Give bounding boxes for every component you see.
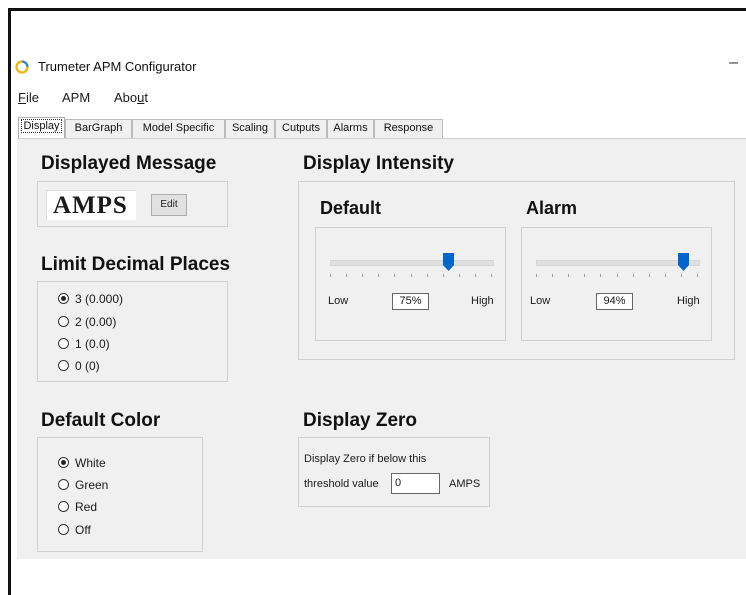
slider-tick — [411, 274, 412, 277]
slider-tick — [617, 274, 618, 277]
default-intensity-label: Default — [320, 198, 382, 218]
tab-model-specific[interactable]: Model Specific — [132, 119, 225, 138]
default-high-label: High — [471, 295, 494, 307]
displayed-message-heading: Displayed Message — [41, 153, 217, 174]
screenshot-frame-left — [8, 8, 11, 595]
slider-track[interactable] — [330, 260, 494, 266]
slider-tick — [552, 274, 553, 277]
window-title: Trumeter APM Configurator — [38, 59, 197, 74]
slider-tick — [330, 274, 331, 277]
alarm-intensity-box: Low 94% High — [521, 227, 712, 341]
threshold-label: threshold value — [304, 478, 379, 490]
tab-scaling[interactable]: Scaling — [225, 119, 275, 138]
display-tab-panel: Displayed Message AMPS Edit Limit Decima… — [17, 138, 746, 559]
default-color-group: White Green Red Off — [37, 437, 203, 552]
slider-tick — [568, 274, 569, 277]
radio-empty-icon — [58, 360, 69, 371]
slider-tick — [681, 274, 682, 277]
threshold-unit: AMPS — [449, 478, 481, 490]
default-intensity-value: 75% — [392, 293, 429, 310]
tab-bargraph[interactable]: BarGraph — [65, 119, 132, 138]
slider-tick — [600, 274, 601, 277]
slider-tick — [394, 274, 395, 277]
radio-empty-icon — [58, 316, 69, 327]
display-intensity-group: Default Low 75% High Alarm Low 94% High — [298, 181, 735, 360]
slider-tick — [649, 274, 650, 277]
display-zero-group: Display Zero if below this threshold val… — [298, 437, 490, 507]
slider-tick — [459, 274, 460, 277]
slider-tick — [697, 274, 698, 277]
displayed-message-value: AMPS — [46, 190, 136, 220]
display-intensity-heading: Display Intensity — [303, 153, 454, 174]
radio-empty-icon — [58, 524, 69, 535]
radio-empty-icon — [58, 501, 69, 512]
radio-empty-icon — [58, 338, 69, 349]
slider-tick — [378, 274, 379, 277]
slider-thumb[interactable] — [443, 253, 454, 271]
menu-about[interactable]: About — [114, 90, 148, 105]
tab-display[interactable]: Display — [18, 117, 65, 139]
minimize-button[interactable]: – — [729, 54, 738, 72]
radio-selected-icon — [58, 457, 69, 468]
alarm-intensity-label: Alarm — [526, 198, 578, 218]
display-zero-description: Display Zero if below this — [304, 453, 427, 465]
trumeter-logo-icon — [15, 60, 29, 74]
radio-selected-icon — [58, 293, 69, 304]
radio-empty-icon — [58, 479, 69, 490]
default-intensity-slider[interactable] — [330, 252, 494, 282]
default-low-label: Low — [328, 295, 349, 307]
edit-message-button[interactable]: Edit — [151, 194, 187, 216]
tab-outputs[interactable]: Cutputs — [275, 119, 327, 138]
displayed-message-box: AMPS Edit — [37, 181, 228, 227]
title-bar: Trumeter APM Configurator – — [14, 54, 744, 80]
decimal-places-group: 3 (0.000) 2 (0.00) 1 (0.0) 0 (0) — [37, 281, 228, 382]
slider-tick — [665, 274, 666, 277]
slider-tick — [584, 274, 585, 277]
slider-tick — [475, 274, 476, 277]
menu-apm[interactable]: APM — [62, 90, 90, 105]
menu-file[interactable]: File — [18, 90, 39, 105]
slider-tick — [536, 274, 537, 277]
slider-track[interactable] — [536, 260, 700, 266]
slider-tick — [633, 274, 634, 277]
slider-thumb[interactable] — [678, 253, 689, 271]
tab-response[interactable]: Response — [374, 119, 443, 138]
screenshot-frame-top — [8, 8, 746, 11]
threshold-input[interactable]: 0 — [391, 473, 440, 494]
display-zero-heading: Display Zero — [303, 410, 418, 431]
slider-tick — [427, 274, 428, 277]
default-color-heading: Default Color — [41, 410, 161, 431]
default-intensity-box: Low 75% High — [315, 227, 506, 341]
slider-tick — [443, 274, 444, 277]
tab-alarms[interactable]: Alarms — [327, 119, 374, 138]
alarm-intensity-value: 94% — [596, 293, 633, 310]
alarm-low-label: Low — [530, 295, 551, 307]
decimal-places-heading: Limit Decimal Places — [41, 254, 231, 275]
slider-tick — [362, 274, 363, 277]
alarm-intensity-slider[interactable] — [536, 252, 700, 282]
alarm-high-label: High — [677, 295, 700, 307]
slider-tick — [346, 274, 347, 277]
slider-tick — [491, 274, 492, 277]
